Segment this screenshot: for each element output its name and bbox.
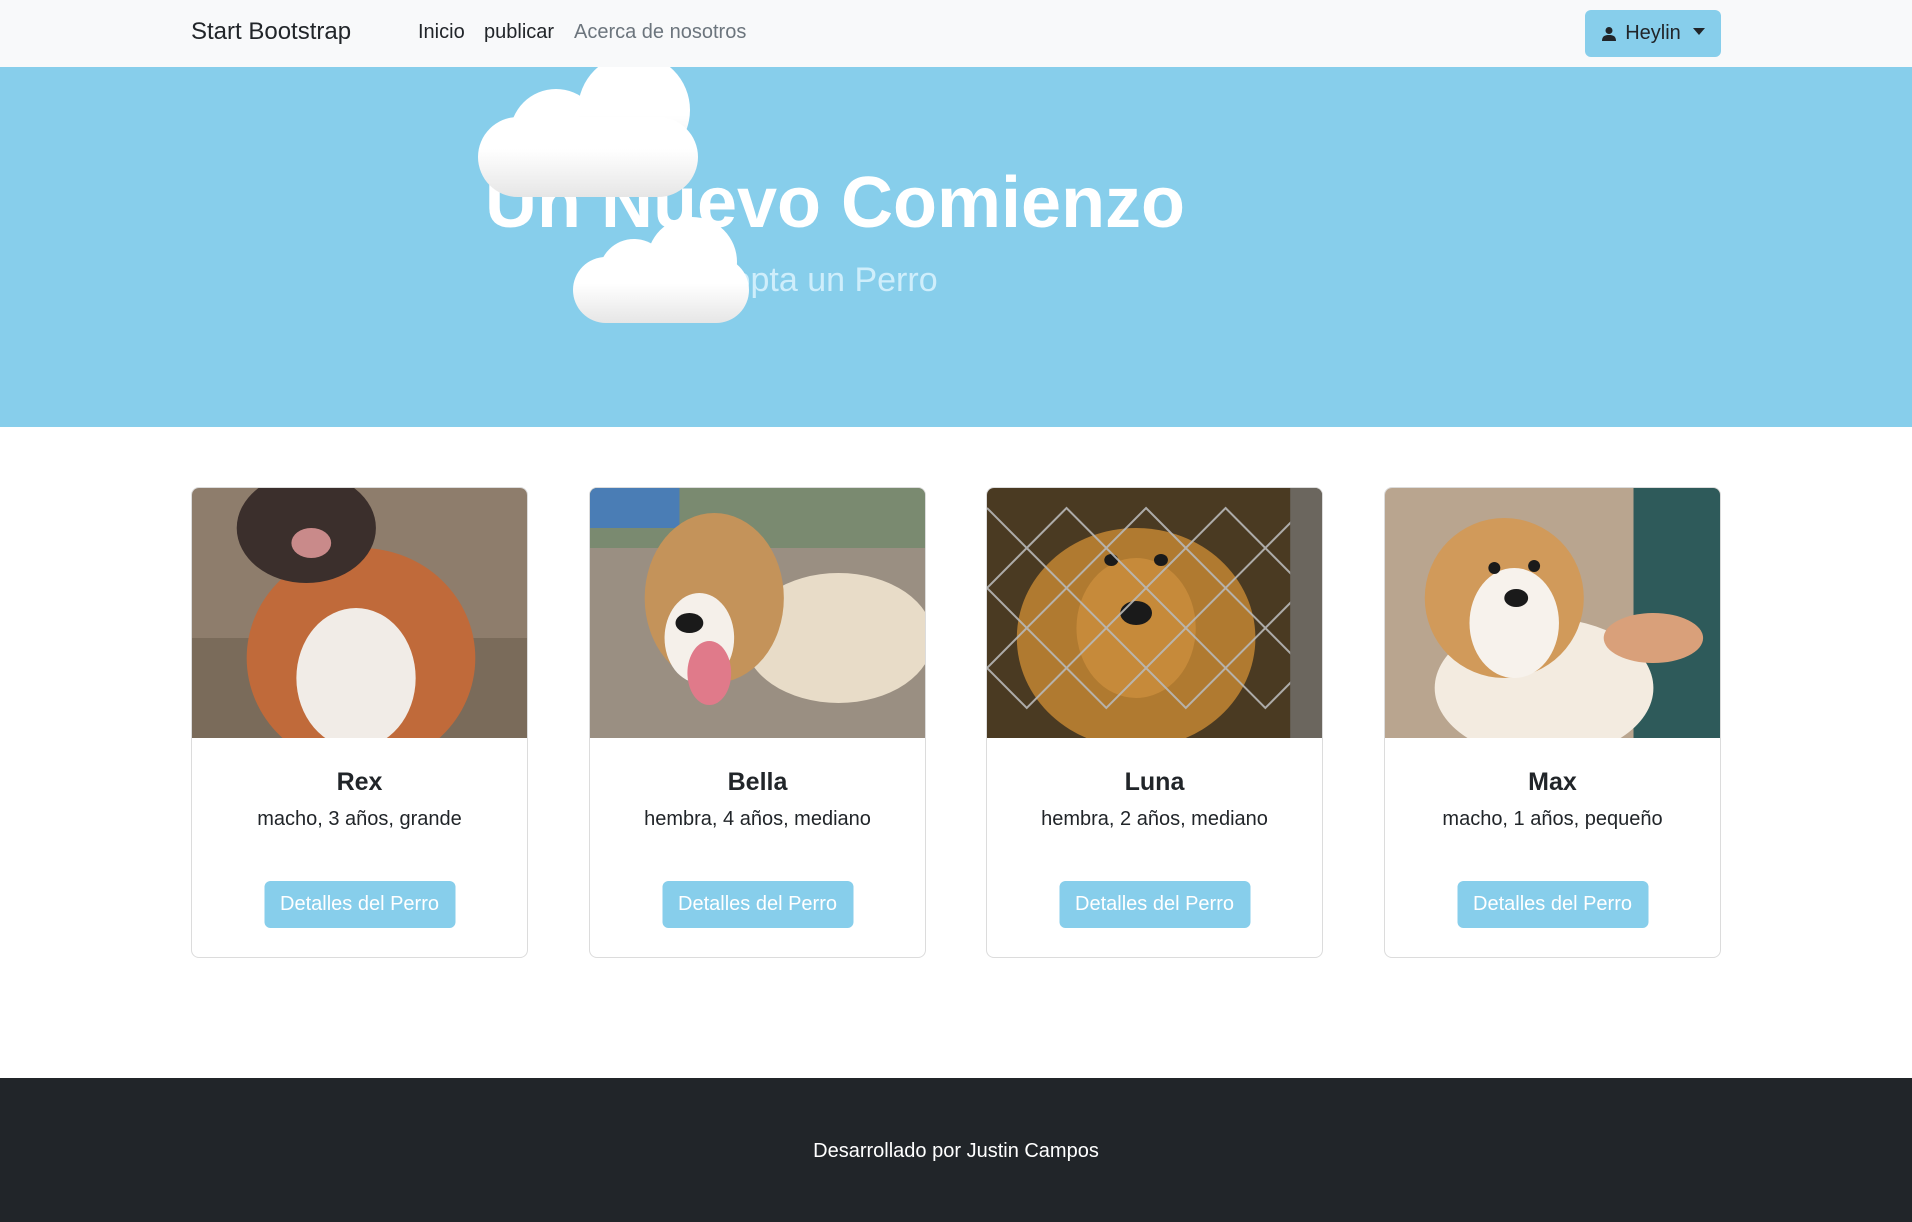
dog-photo bbox=[1385, 488, 1720, 738]
dog-photo bbox=[590, 488, 925, 738]
cloud-decoration bbox=[573, 217, 749, 323]
dog-card: Luna hembra, 2 años, mediano Detalles de… bbox=[986, 487, 1323, 958]
dog-description: macho, 1 años, pequeño bbox=[1442, 808, 1663, 830]
nav-link-acerca[interactable]: Acerca de nosotros bbox=[574, 21, 746, 44]
dog-details-button[interactable]: Detalles del Perro bbox=[662, 881, 853, 928]
dog-card: Bella hembra, 4 años, mediano Detalles d… bbox=[589, 487, 926, 958]
dog-description: macho, 3 años, grande bbox=[257, 808, 462, 830]
brand-link[interactable]: Start Bootstrap bbox=[191, 18, 351, 46]
footer-credit: Desarrollado por Justin Campos bbox=[813, 1140, 1099, 1162]
dog-description: hembra, 2 años, mediano bbox=[1041, 808, 1268, 830]
dog-details-button[interactable]: Detalles del Perro bbox=[1457, 881, 1648, 928]
dog-card: Rex macho, 3 años, grande Detalles del P… bbox=[191, 487, 528, 958]
user-menu-button[interactable]: Heylin bbox=[1585, 10, 1721, 57]
dog-details-button[interactable]: Detalles del Perro bbox=[264, 881, 455, 928]
dog-photo bbox=[192, 488, 527, 738]
dog-name: Bella bbox=[727, 768, 788, 796]
dog-name: Max bbox=[1528, 768, 1577, 796]
dog-name: Luna bbox=[1124, 768, 1185, 796]
dog-name: Rex bbox=[336, 768, 383, 796]
cloud-decoration bbox=[478, 67, 698, 197]
user-icon bbox=[1602, 26, 1617, 41]
nav-link-inicio[interactable]: Inicio bbox=[418, 21, 465, 44]
navbar: Start Bootstrap Inicio publicar Acerca d… bbox=[0, 0, 1912, 67]
dog-details-button[interactable]: Detalles del Perro bbox=[1059, 881, 1250, 928]
dog-description: hembra, 4 años, mediano bbox=[644, 808, 871, 830]
dog-photo bbox=[987, 488, 1322, 738]
chevron-down-icon bbox=[1692, 28, 1705, 35]
user-name: Heylin bbox=[1625, 22, 1681, 44]
dog-card: Max macho, 1 años, pequeño Detalles del … bbox=[1384, 487, 1721, 958]
nav-link-publicar[interactable]: publicar bbox=[484, 21, 554, 44]
hero-banner: Un Nuevo Comienzo Adopta un Perro bbox=[0, 67, 1912, 427]
footer: Desarrollado por Justin Campos bbox=[0, 1078, 1912, 1222]
